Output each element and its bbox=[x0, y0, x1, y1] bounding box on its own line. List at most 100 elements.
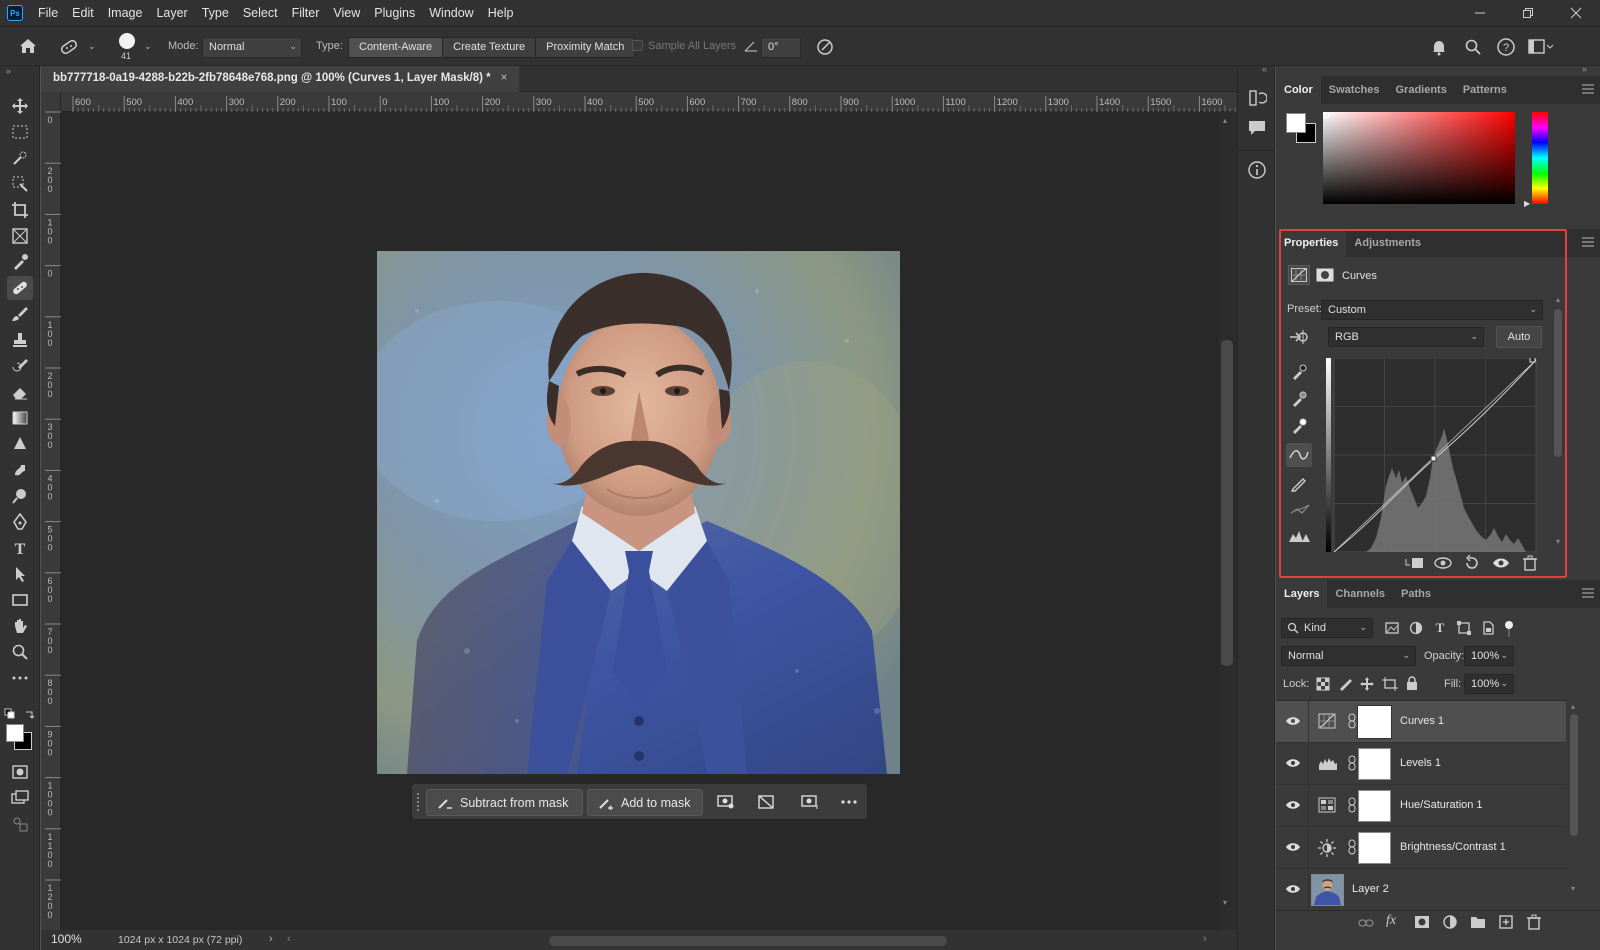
pen-tool-icon[interactable] bbox=[7, 510, 33, 534]
history-brush-tool-icon[interactable] bbox=[7, 354, 33, 378]
scroll-up-icon[interactable]: ▴ bbox=[1571, 702, 1575, 711]
blend-mode-select[interactable]: Normal ⌄ bbox=[1281, 646, 1416, 666]
tab-color[interactable]: Color bbox=[1276, 76, 1321, 104]
close-window-button[interactable] bbox=[1552, 0, 1600, 26]
filter-adjustment-layers-icon[interactable] bbox=[1409, 621, 1423, 635]
menu-layer[interactable]: Layer bbox=[149, 6, 194, 20]
blur-tool-icon[interactable] bbox=[7, 432, 33, 456]
restore-button[interactable] bbox=[1504, 0, 1552, 26]
zoom-tool-icon[interactable] bbox=[7, 640, 33, 664]
layer-visibility-eye-icon[interactable] bbox=[1285, 757, 1301, 769]
collapse-dock-icon[interactable]: « bbox=[1262, 64, 1267, 74]
lock-position-icon[interactable] bbox=[1360, 677, 1374, 691]
new-group-folder-icon[interactable] bbox=[1470, 915, 1486, 929]
subtract-from-mask-button[interactable]: Subtract from mask bbox=[426, 789, 583, 816]
layer-name[interactable]: Layer 2 bbox=[1352, 883, 1389, 895]
workspace-icon[interactable] bbox=[1528, 39, 1554, 55]
chevron-right-icon[interactable]: › bbox=[269, 933, 273, 945]
help-icon[interactable]: ? bbox=[1496, 37, 1516, 57]
menu-plugins[interactable]: Plugins bbox=[367, 6, 422, 20]
layer-style-fx-icon[interactable]: fx bbox=[1386, 913, 1396, 929]
layer-name[interactable]: Levels 1 bbox=[1400, 757, 1441, 769]
menu-help[interactable]: Help bbox=[481, 6, 521, 20]
lock-transparent-pixels-icon[interactable] bbox=[1316, 677, 1330, 691]
layer-name[interactable]: Brightness/Contrast 1 bbox=[1400, 841, 1506, 853]
type-tool-icon[interactable]: T bbox=[7, 536, 33, 560]
collapse-toolbar-icon[interactable]: » bbox=[6, 66, 11, 76]
scroll-right-icon[interactable]: › bbox=[1203, 933, 1207, 945]
spot-healing-brush-preset-icon[interactable] bbox=[58, 37, 80, 57]
move-tool-icon[interactable] bbox=[7, 94, 33, 118]
menu-type[interactable]: Type bbox=[195, 6, 236, 20]
layer-mask-thumbnail[interactable] bbox=[1358, 832, 1391, 864]
tab-swatches[interactable]: Swatches bbox=[1321, 76, 1388, 104]
layer-mask-thumbnail[interactable] bbox=[1357, 705, 1392, 739]
mode-select[interactable]: Normal ⌄ bbox=[202, 37, 302, 58]
panel-menu-icon[interactable] bbox=[1582, 588, 1594, 598]
menu-filter[interactable]: Filter bbox=[285, 6, 327, 20]
edit-toolbar-icon[interactable] bbox=[7, 812, 33, 836]
layer-image-thumbnail[interactable] bbox=[1311, 874, 1344, 906]
new-layer-icon[interactable] bbox=[1498, 914, 1514, 930]
swap-colors-icon[interactable] bbox=[24, 708, 36, 720]
vertical-scroll-thumb[interactable] bbox=[1221, 340, 1233, 666]
panel-menu-icon[interactable] bbox=[1582, 84, 1594, 94]
hue-slider[interactable] bbox=[1532, 112, 1548, 204]
layer-visibility-eye-icon[interactable] bbox=[1285, 799, 1301, 811]
smudge-tool-icon[interactable] bbox=[7, 458, 33, 482]
history-panel-icon[interactable] bbox=[1247, 88, 1267, 108]
layer-row[interactable]: Curves 1 bbox=[1276, 701, 1566, 743]
color-field[interactable] bbox=[1323, 112, 1515, 204]
filter-smart-objects-icon[interactable] bbox=[1481, 621, 1495, 635]
layer-visibility-eye-icon[interactable] bbox=[1285, 715, 1301, 727]
scroll-left-icon[interactable]: ‹ bbox=[287, 933, 291, 945]
eraser-tool-icon[interactable] bbox=[7, 380, 33, 404]
opacity-input[interactable]: 100% ⌄ bbox=[1464, 646, 1514, 666]
foreground-color-swatch[interactable] bbox=[6, 724, 24, 742]
info-panel-icon[interactable] bbox=[1247, 160, 1267, 180]
angle-input[interactable]: 0° bbox=[761, 37, 801, 58]
document-tab[interactable]: bb777718-0a19-4288-b22b-2fb78648e768.png… bbox=[41, 66, 520, 92]
link-chain-icon[interactable] bbox=[1348, 839, 1356, 855]
add-mask-icon[interactable] bbox=[1414, 915, 1430, 929]
tab-paths[interactable]: Paths bbox=[1393, 580, 1439, 608]
menu-view[interactable]: View bbox=[326, 6, 367, 20]
filter-type-layers-icon[interactable]: T bbox=[1433, 620, 1447, 634]
zoom-level[interactable]: 100% bbox=[51, 932, 82, 946]
quick-selection-tool-icon[interactable] bbox=[7, 172, 33, 196]
crop-tool-icon[interactable] bbox=[7, 198, 33, 222]
lock-image-pixels-icon[interactable] bbox=[1338, 677, 1352, 691]
chevron-down-icon[interactable]: ⌄ bbox=[88, 41, 96, 52]
layer-row[interactable]: Brightness/Contrast 1 bbox=[1276, 827, 1566, 869]
gradient-tool-icon[interactable] bbox=[7, 406, 33, 430]
filter-pixel-layers-icon[interactable] bbox=[1385, 621, 1399, 635]
portrait-image[interactable] bbox=[377, 251, 900, 774]
canvas-vertical-scrollbar[interactable]: ▴ ▾ bbox=[1219, 112, 1237, 930]
object-selection-tool-icon[interactable] bbox=[7, 146, 33, 170]
type-create-texture-button[interactable]: Create Texture bbox=[443, 38, 537, 57]
clone-stamp-tool-icon[interactable] bbox=[7, 328, 33, 352]
marquee-tool-icon[interactable] bbox=[7, 120, 33, 144]
tab-gradients[interactable]: Gradients bbox=[1387, 76, 1454, 104]
layer-mask-thumbnail[interactable] bbox=[1358, 748, 1391, 780]
path-selection-tool-icon[interactable] bbox=[7, 562, 33, 586]
layer-name[interactable]: Hue/Saturation 1 bbox=[1400, 799, 1483, 811]
more-tools-icon[interactable] bbox=[7, 666, 33, 690]
layer-row[interactable]: Levels 1 bbox=[1276, 743, 1566, 785]
scroll-down-icon[interactable]: ▾ bbox=[1571, 884, 1575, 893]
layer-visibility-eye-icon[interactable] bbox=[1285, 841, 1301, 853]
comments-panel-icon[interactable] bbox=[1247, 118, 1267, 138]
tab-layers[interactable]: Layers bbox=[1276, 580, 1328, 608]
horizontal-scroll-thumb[interactable] bbox=[549, 936, 947, 946]
sample-all-layers-checkbox[interactable] bbox=[632, 40, 643, 51]
type-proximity-match-button[interactable]: Proximity Match bbox=[536, 38, 635, 57]
pressure-icon[interactable] bbox=[815, 37, 835, 57]
search-icon[interactable] bbox=[1464, 38, 1482, 56]
drag-handle-icon[interactable] bbox=[415, 792, 421, 814]
mask-settings-icon[interactable] bbox=[717, 794, 735, 810]
minimize-button[interactable] bbox=[1456, 0, 1504, 26]
layer-filter-select[interactable]: Kind ⌄ bbox=[1281, 618, 1373, 638]
brush-size-picker[interactable]: 41 bbox=[118, 32, 136, 61]
filter-toggle-icon[interactable] bbox=[1504, 621, 1514, 637]
tab-channels[interactable]: Channels bbox=[1327, 580, 1393, 608]
